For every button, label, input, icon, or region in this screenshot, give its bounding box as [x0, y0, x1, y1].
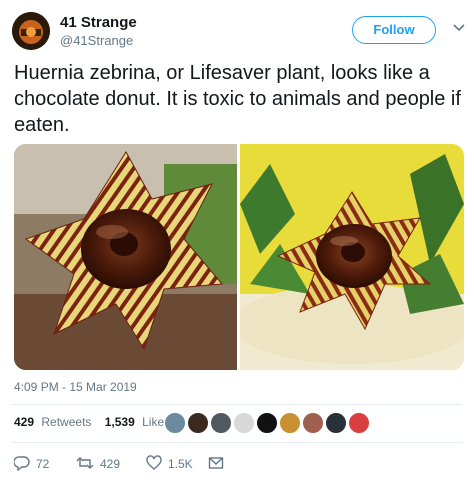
avatar[interactable] [164, 412, 186, 434]
avatar[interactable] [12, 12, 50, 50]
likes-count[interactable]: 1,539 [105, 415, 135, 429]
avatar[interactable] [256, 412, 278, 434]
divider [12, 404, 462, 405]
author-handle[interactable]: @41Strange [60, 33, 133, 48]
retweets-count[interactable]: 429 [14, 415, 34, 429]
like-icon [146, 454, 168, 474]
avatar[interactable] [210, 412, 232, 434]
tweet-actions: 72 429 1.5K [13, 454, 454, 474]
tweet-text: Huernia zebrina, or Lifesaver plant, loo… [14, 62, 461, 136]
divider [12, 442, 462, 443]
tweet-media[interactable] [14, 144, 464, 370]
avatar[interactable] [187, 412, 209, 434]
tweet-timestamp[interactable]: 4:09 PM - 15 Mar 2019 [14, 380, 137, 394]
reply-count: 72 [36, 457, 50, 471]
tweet-header: 41 Strange @41Strange Follow [12, 12, 465, 52]
photo-huernia-right[interactable] [232, 144, 464, 370]
retweets-label[interactable]: Retweets [41, 415, 91, 429]
follow-button[interactable]: Follow [352, 16, 436, 44]
avatar[interactable] [279, 412, 301, 434]
message-icon [208, 455, 230, 474]
retweet-count: 429 [100, 457, 121, 471]
like-count: 1.5K [168, 457, 193, 471]
retweet-button[interactable]: 429 [76, 454, 120, 474]
avatar[interactable] [325, 412, 347, 434]
author-name[interactable]: 41 Strange [60, 14, 137, 31]
direct-message-button[interactable] [208, 454, 230, 474]
photo-huernia-left[interactable] [14, 144, 237, 370]
retweet-icon [76, 455, 100, 474]
reply-button[interactable]: 72 [13, 454, 50, 474]
avatar[interactable] [233, 412, 255, 434]
avatar[interactable] [302, 412, 324, 434]
chevron-down-icon[interactable] [452, 20, 466, 34]
reply-icon [13, 455, 36, 474]
avatar[interactable] [348, 412, 370, 434]
tweet-stats: 429 Retweets 1,539 Likes [14, 415, 174, 429]
like-button[interactable]: 1.5K [146, 454, 193, 474]
